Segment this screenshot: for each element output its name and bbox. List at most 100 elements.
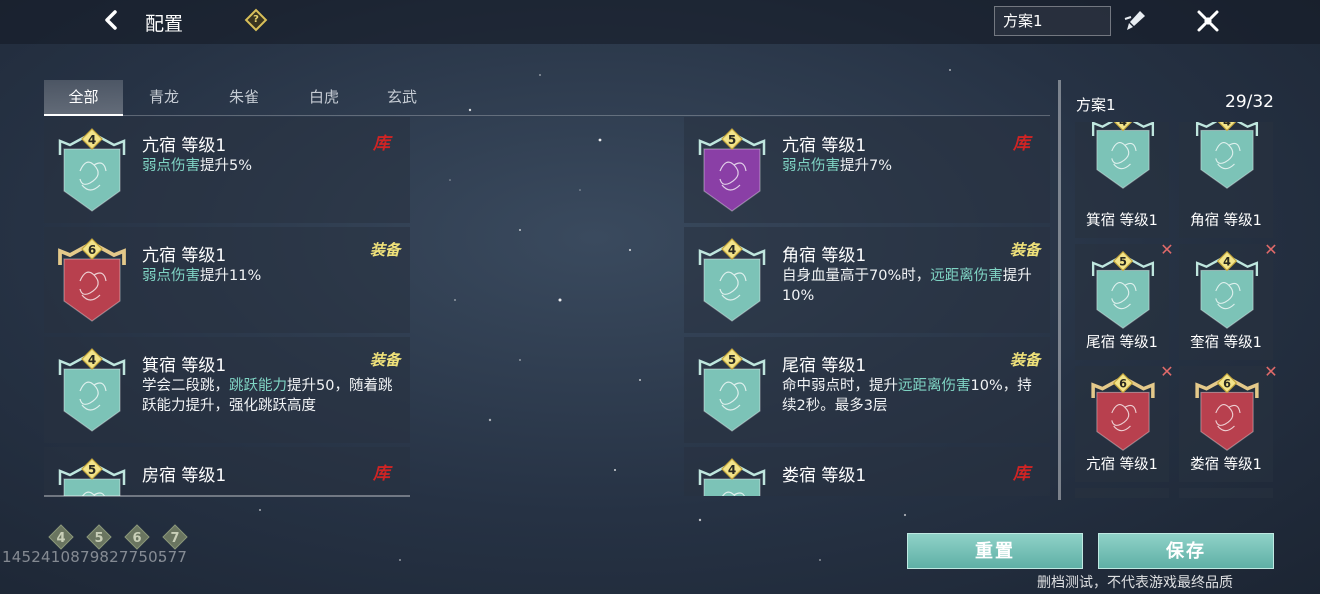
constellation-card[interactable]: 4 箕宿 等级1 装备 学会二段跳，跳跃能力提升50，随着跳跃能力提升，强化跳跃高度: [44, 337, 410, 443]
constellation-card[interactable]: 6 亢宿 等级1 装备弱点伤害提升11%: [44, 227, 410, 333]
svg-text:4: 4: [1119, 122, 1127, 129]
constellation-card[interactable]: 4 亢宿 等级1 库弱点伤害提升5%: [44, 117, 410, 223]
empty-slot[interactable]: [1075, 488, 1169, 498]
constellation-card[interactable]: 5 亢宿 等级1 库弱点伤害提升7%: [684, 117, 1050, 223]
constellation-card[interactable]: 4 娄宿 等级1 库: [684, 447, 1050, 496]
svg-text:4: 4: [56, 531, 65, 546]
horizontal-scrollbar[interactable]: [44, 495, 410, 497]
loadout-slot[interactable]: 5 尾宿 等级1 ✕: [1075, 242, 1174, 360]
help-icon[interactable]: ?: [244, 8, 268, 32]
constellation-badge-icon: 5: [696, 345, 768, 435]
constellation-badge-icon: 4: [56, 345, 128, 435]
tab-baihu[interactable]: 白虎: [284, 80, 364, 116]
remove-slot-icon[interactable]: ✕: [1263, 364, 1279, 380]
tab-xuanwu[interactable]: 玄武: [362, 80, 442, 116]
back-button[interactable]: [98, 6, 126, 34]
svg-text:4: 4: [88, 353, 96, 367]
card-name: 箕宿 等级1: [142, 356, 227, 376]
remove-slot-icon[interactable]: ✕: [1263, 242, 1279, 258]
svg-text:6: 6: [132, 531, 141, 546]
library-tag: 库: [373, 464, 390, 484]
slot-name: 亢宿 等级1: [1086, 457, 1158, 473]
category-tabs: 全部 青龙 朱雀 白虎 玄武: [44, 80, 1050, 116]
svg-text:4: 4: [728, 243, 736, 257]
constellation-badge-icon: 5: [56, 455, 128, 496]
constellation-badge-icon: 4: [1192, 122, 1262, 192]
card-grid: 4 亢宿 等级1 库弱点伤害提升5% 5 亢宿 等级1 库弱点伤害提升7% 6 亢宿…: [44, 117, 1050, 496]
constellation-badge-icon: 4: [1192, 248, 1262, 332]
card-name: 亢宿 等级1: [142, 136, 227, 156]
equipped-tag: 装备: [1009, 351, 1040, 369]
svg-text:5: 5: [88, 463, 96, 477]
card-name: 亢宿 等级1: [142, 246, 227, 266]
rename-brush-icon[interactable]: [1122, 8, 1148, 34]
constellation-badge-icon: 5: [696, 125, 768, 215]
loadout-slot[interactable]: 4 奎宿 等级1 ✕: [1179, 242, 1278, 360]
description-text: 提升11%: [200, 268, 262, 284]
empty-slot[interactable]: [1179, 488, 1273, 498]
highlighted-stat: 远距离伤害: [898, 378, 971, 394]
card-name: 房宿 等级1: [142, 466, 227, 486]
scheme-name-field[interactable]: 方案1: [994, 6, 1111, 36]
loadout-slot[interactable]: 6 亢宿 等级1 ✕: [1075, 364, 1174, 482]
svg-text:6: 6: [88, 243, 96, 257]
description-text: 学会二段跳，: [142, 378, 229, 394]
slot-name: 箕宿 等级1: [1086, 213, 1158, 229]
constellation-card[interactable]: 4 角宿 等级1 装备 自身血量高于70%时，远距离伤害提升10%: [684, 227, 1050, 333]
tab-all[interactable]: 全部: [44, 80, 123, 116]
highlighted-stat: 跳跃能力: [229, 378, 287, 394]
library-tag: 库: [373, 134, 390, 154]
svg-text:4: 4: [728, 463, 736, 477]
svg-text:5: 5: [728, 133, 736, 147]
description-text: 提升7%: [840, 158, 893, 174]
rank-filter-6[interactable]: 6: [124, 524, 150, 550]
constellation-badge-icon: 4: [1088, 122, 1158, 192]
loadout-slot[interactable]: 6 娄宿 等级1 ✕: [1179, 364, 1278, 482]
loadout-title: 方案1: [1076, 96, 1116, 114]
tab-zhuque[interactable]: 朱雀: [204, 80, 284, 116]
loadout-grid: 4 箕宿 等级1 4 角宿 等级1 5 尾宿 等级1 ✕ 4 奎宿 等级1 ✕ 6 …: [1075, 122, 1281, 498]
constellation-card[interactable]: 5 尾宿 等级1 装备命中弱点时，提升远距离伤害10%，持续2秒。最多3层: [684, 337, 1050, 443]
constellation-badge-icon: 4: [56, 125, 128, 215]
description-text: 命中弱点时，提升: [782, 378, 898, 394]
loadout-slot[interactable]: 4 角宿 等级1: [1179, 122, 1273, 238]
svg-text:4: 4: [1223, 122, 1231, 129]
uid-text: 1452410879827750577: [2, 548, 188, 566]
svg-text:5: 5: [728, 353, 736, 367]
card-description: 学会二段跳，跳跃能力提升50，随着跳跃能力提升，强化跳跃高度: [142, 376, 400, 416]
slot-name: 角宿 等级1: [1190, 213, 1262, 229]
library-tag: 库: [1013, 134, 1030, 154]
card-description: 命中弱点时，提升远距离伤害10%，持续2秒。最多3层: [782, 376, 1040, 416]
rank-filter-5[interactable]: 5: [86, 524, 112, 550]
card-description: 弱点伤害提升11%: [142, 266, 400, 286]
constellation-card[interactable]: 5 房宿 等级1 库: [44, 447, 410, 496]
close-icon[interactable]: [1193, 6, 1223, 36]
highlighted-stat: 弱点伤害: [142, 268, 200, 284]
constellation-badge-icon: 4: [696, 455, 768, 496]
back-arrow-icon: [105, 10, 117, 30]
tab-qinglong[interactable]: 青龙: [124, 80, 204, 116]
rank-filter-7[interactable]: 7: [162, 524, 188, 550]
remove-slot-icon[interactable]: ✕: [1159, 364, 1175, 380]
constellation-badge-icon: 6: [1192, 370, 1262, 454]
svg-text:6: 6: [1119, 378, 1127, 391]
loadout-slot[interactable]: 4 箕宿 等级1: [1075, 122, 1169, 238]
card-name: 尾宿 等级1: [782, 356, 867, 376]
card-description: 弱点伤害提升5%: [142, 156, 400, 176]
slot-name: 娄宿 等级1: [1190, 457, 1262, 473]
svg-text:4: 4: [88, 133, 96, 147]
description-text: 自身血量高于70%时，: [782, 268, 931, 284]
highlighted-stat: 远距离伤害: [930, 268, 1003, 284]
reset-button[interactable]: 重置: [907, 533, 1083, 569]
rank-filter-4[interactable]: 4: [48, 524, 74, 550]
loadout-panel: 方案1 29/32 4 箕宿 等级1 4 角宿 等级1 5 尾宿 等级1 ✕ 4 …: [1058, 80, 1284, 500]
card-name: 娄宿 等级1: [782, 466, 867, 486]
svg-text:7: 7: [170, 531, 179, 546]
constellation-badge-icon: 6: [1088, 370, 1158, 454]
remove-slot-icon[interactable]: ✕: [1159, 242, 1175, 258]
equipped-tag: 装备: [369, 241, 400, 259]
equipped-tag: 装备: [1009, 241, 1040, 259]
save-button[interactable]: 保存: [1098, 533, 1274, 569]
disclaimer-text: 删档测试，不代表游戏最终品质: [1037, 575, 1233, 591]
constellation-badge-icon: 4: [696, 235, 768, 325]
